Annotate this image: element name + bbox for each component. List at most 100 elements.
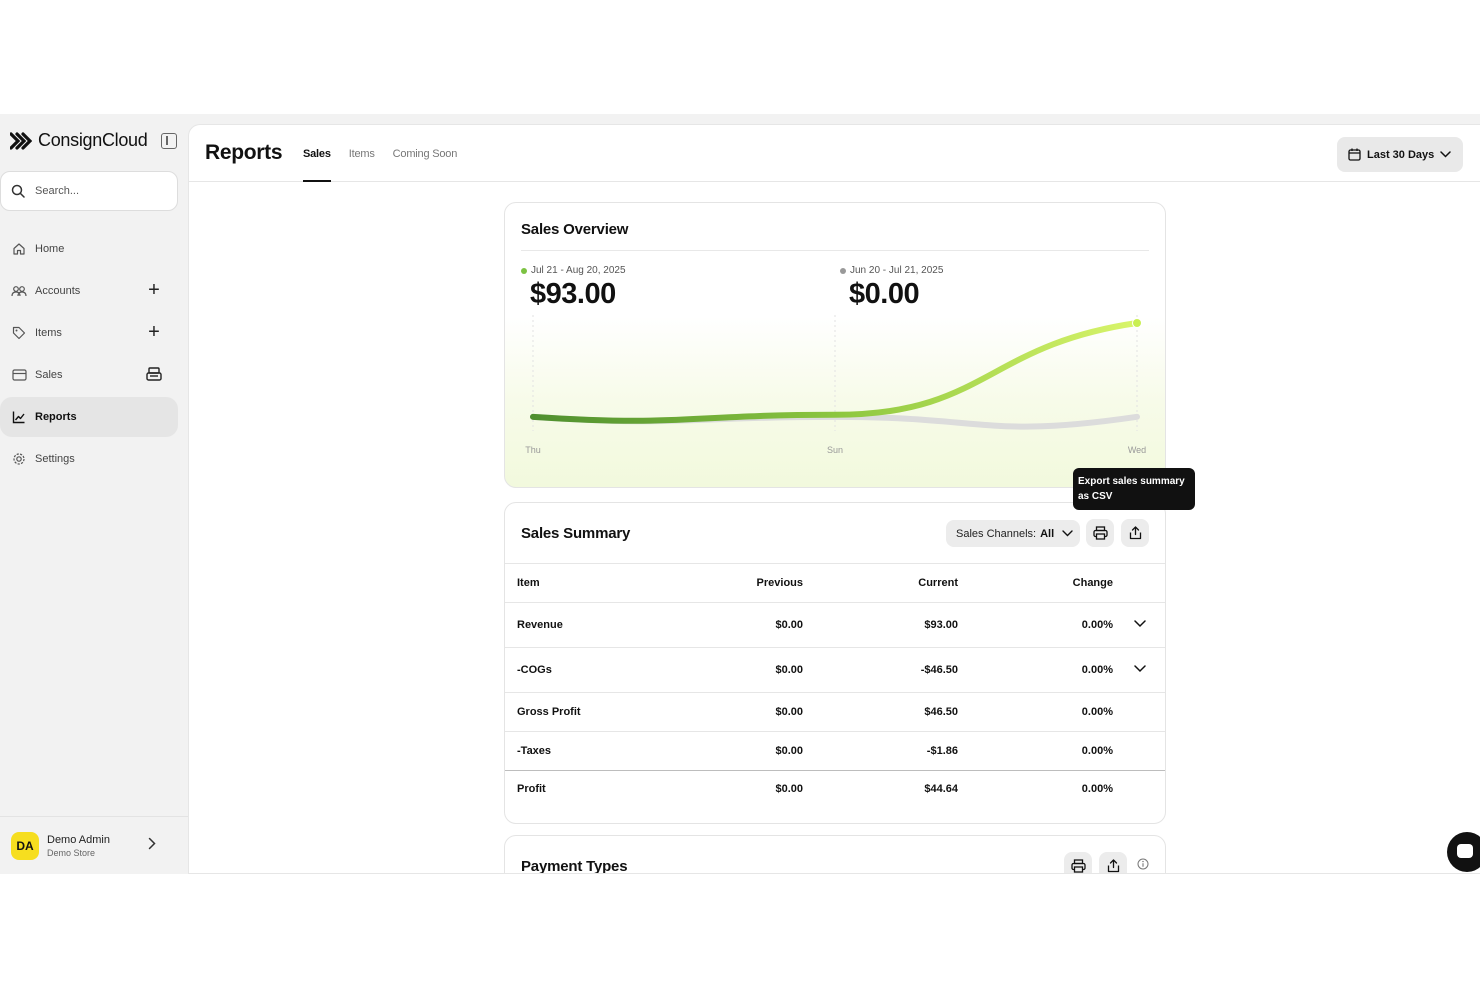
info-icon[interactable] <box>1137 858 1149 870</box>
current-period: Jul 21 - Aug 20, 2025 <box>521 265 626 276</box>
page-title: Reports <box>205 141 283 164</box>
sidebar-item-home[interactable]: Home <box>0 229 178 269</box>
chat-launcher-button[interactable] <box>1447 832 1480 872</box>
consigncloud-logo-icon <box>10 131 32 150</box>
row-expand[interactable] <box>1113 646 1165 692</box>
row-current: $93.00 <box>803 601 958 647</box>
search-icon <box>11 184 25 198</box>
main-content: Reports Sales Items Coming Soon Last 30 … <box>188 124 1480 874</box>
print-button[interactable] <box>1064 852 1092 873</box>
sidebar-item-label: Sales <box>35 369 63 381</box>
sales-channels-dropdown[interactable]: Sales Channels: All <box>946 520 1080 547</box>
sales-channels-label: Sales Channels: <box>956 527 1037 540</box>
add-account-icon[interactable]: + <box>144 280 164 301</box>
column-header-current: Current <box>918 576 958 589</box>
sidebar-nav: Home Accounts + Items + Sales Reports Se… <box>0 229 178 481</box>
column-header-previous: Previous <box>756 576 803 589</box>
row-current: -$1.86 <box>803 730 958 770</box>
x-tick-label: Wed <box>1128 445 1146 455</box>
row-expand[interactable] <box>1113 601 1165 647</box>
sidebar-item-label: Reports <box>35 411 77 423</box>
sales-overview-chart: Thu Sun Wed <box>525 315 1146 455</box>
row-change: 0.00% <box>958 769 1113 808</box>
printer-icon <box>1070 859 1086 873</box>
app-name: ConsignCloud <box>38 130 148 150</box>
row-item: Revenue <box>505 601 665 647</box>
table-row[interactable]: Revenue $0.00 $93.00 0.00% <box>505 601 1165 647</box>
current-amount: $93.00 <box>530 278 616 310</box>
payment-types-title: Payment Types <box>521 858 628 874</box>
register-icon[interactable] <box>146 367 162 384</box>
chevron-down-icon[interactable] <box>1134 619 1146 628</box>
tab-sales[interactable]: Sales <box>303 125 331 182</box>
user-menu[interactable]: DA Demo Admin Demo Store <box>0 816 188 874</box>
previous-period: Jun 20 - Jul 21, 2025 <box>840 265 943 276</box>
table-row[interactable]: -COGs $0.00 -$46.50 0.00% <box>505 646 1165 692</box>
row-current: -$46.50 <box>803 646 958 692</box>
row-item: Gross Profit <box>505 691 665 731</box>
card-icon <box>11 367 27 383</box>
row-change: 0.00% <box>958 691 1113 731</box>
row-current: $46.50 <box>803 691 958 731</box>
row-previous: $0.00 <box>665 769 803 808</box>
row-previous: $0.00 <box>665 646 803 692</box>
current-period-dot <box>521 267 527 274</box>
calendar-icon <box>1348 148 1361 161</box>
sidebar-item-reports[interactable]: Reports <box>0 397 178 437</box>
column-header-expand <box>1113 564 1165 602</box>
chevron-down-icon[interactable] <box>1134 664 1146 673</box>
payment-types-card: Payment Types <box>504 835 1166 874</box>
print-button[interactable] <box>1086 519 1114 547</box>
sidebar-item-settings[interactable]: Settings <box>0 439 178 479</box>
sales-channels-value: All <box>1040 527 1055 540</box>
tab-items[interactable]: Items <box>349 125 375 182</box>
sales-summary-card: Sales Summary Sales Channels: All Item P… <box>504 502 1166 824</box>
tab-coming-soon[interactable]: Coming Soon <box>393 125 458 182</box>
row-item: -COGs <box>505 646 665 692</box>
report-tabs: Sales Items Coming Soon <box>303 125 457 182</box>
tag-icon <box>11 325 27 341</box>
row-change: 0.00% <box>958 730 1113 770</box>
previous-period-label: Jun 20 - Jul 21, 2025 <box>850 265 944 276</box>
export-button[interactable] <box>1099 852 1127 873</box>
sales-summary-title: Sales Summary <box>521 525 631 542</box>
add-item-icon[interactable]: + <box>144 322 164 343</box>
sidebar-collapse-icon[interactable] <box>161 132 178 149</box>
row-change: 0.00% <box>958 646 1113 692</box>
table-header-row: Item Previous Current Change <box>505 564 1165 602</box>
previous-period-dot <box>840 267 846 274</box>
divider <box>521 250 1149 251</box>
sidebar-item-sales[interactable]: Sales <box>0 355 178 395</box>
search-input[interactable] <box>35 185 165 197</box>
export-tooltip: Export sales summary as CSV <box>1073 468 1195 510</box>
search-box[interactable] <box>0 171 178 211</box>
x-tick-label: Sun <box>827 445 843 455</box>
date-range-button[interactable]: Last 30 Days <box>1337 137 1463 172</box>
sidebar-item-accounts[interactable]: Accounts + <box>0 271 178 311</box>
previous-amount: $0.00 <box>849 278 920 310</box>
sidebar-item-label: Items <box>35 327 62 339</box>
current-period-endpoint <box>1132 318 1142 328</box>
sidebar-item-label: Settings <box>35 453 75 465</box>
user-name: Demo Admin <box>47 833 110 846</box>
row-previous: $0.00 <box>665 691 803 731</box>
row-expand-empty <box>1113 730 1165 770</box>
sidebar-item-items[interactable]: Items + <box>0 313 178 353</box>
row-previous: $0.00 <box>665 730 803 770</box>
share-icon <box>1107 859 1119 873</box>
avatar: DA <box>11 831 39 860</box>
sales-overview-title: Sales Overview <box>521 221 629 238</box>
sidebar-item-label: Accounts <box>35 285 81 297</box>
printer-icon <box>1092 526 1108 540</box>
column-header-change: Change <box>1072 576 1113 589</box>
row-previous: $0.00 <box>665 601 803 647</box>
export-csv-button[interactable] <box>1121 519 1149 547</box>
chevron-down-icon <box>1062 530 1073 537</box>
user-info: Demo Admin Demo Store <box>47 834 110 858</box>
chevron-right-icon[interactable] <box>148 837 156 855</box>
sidebar-item-label: Home <box>35 243 65 255</box>
gear-icon <box>11 451 27 467</box>
app-window: ConsignCloud Home Accounts + <box>0 114 1480 874</box>
row-expand-empty <box>1113 769 1165 808</box>
sidebar: ConsignCloud Home Accounts + <box>0 114 188 874</box>
